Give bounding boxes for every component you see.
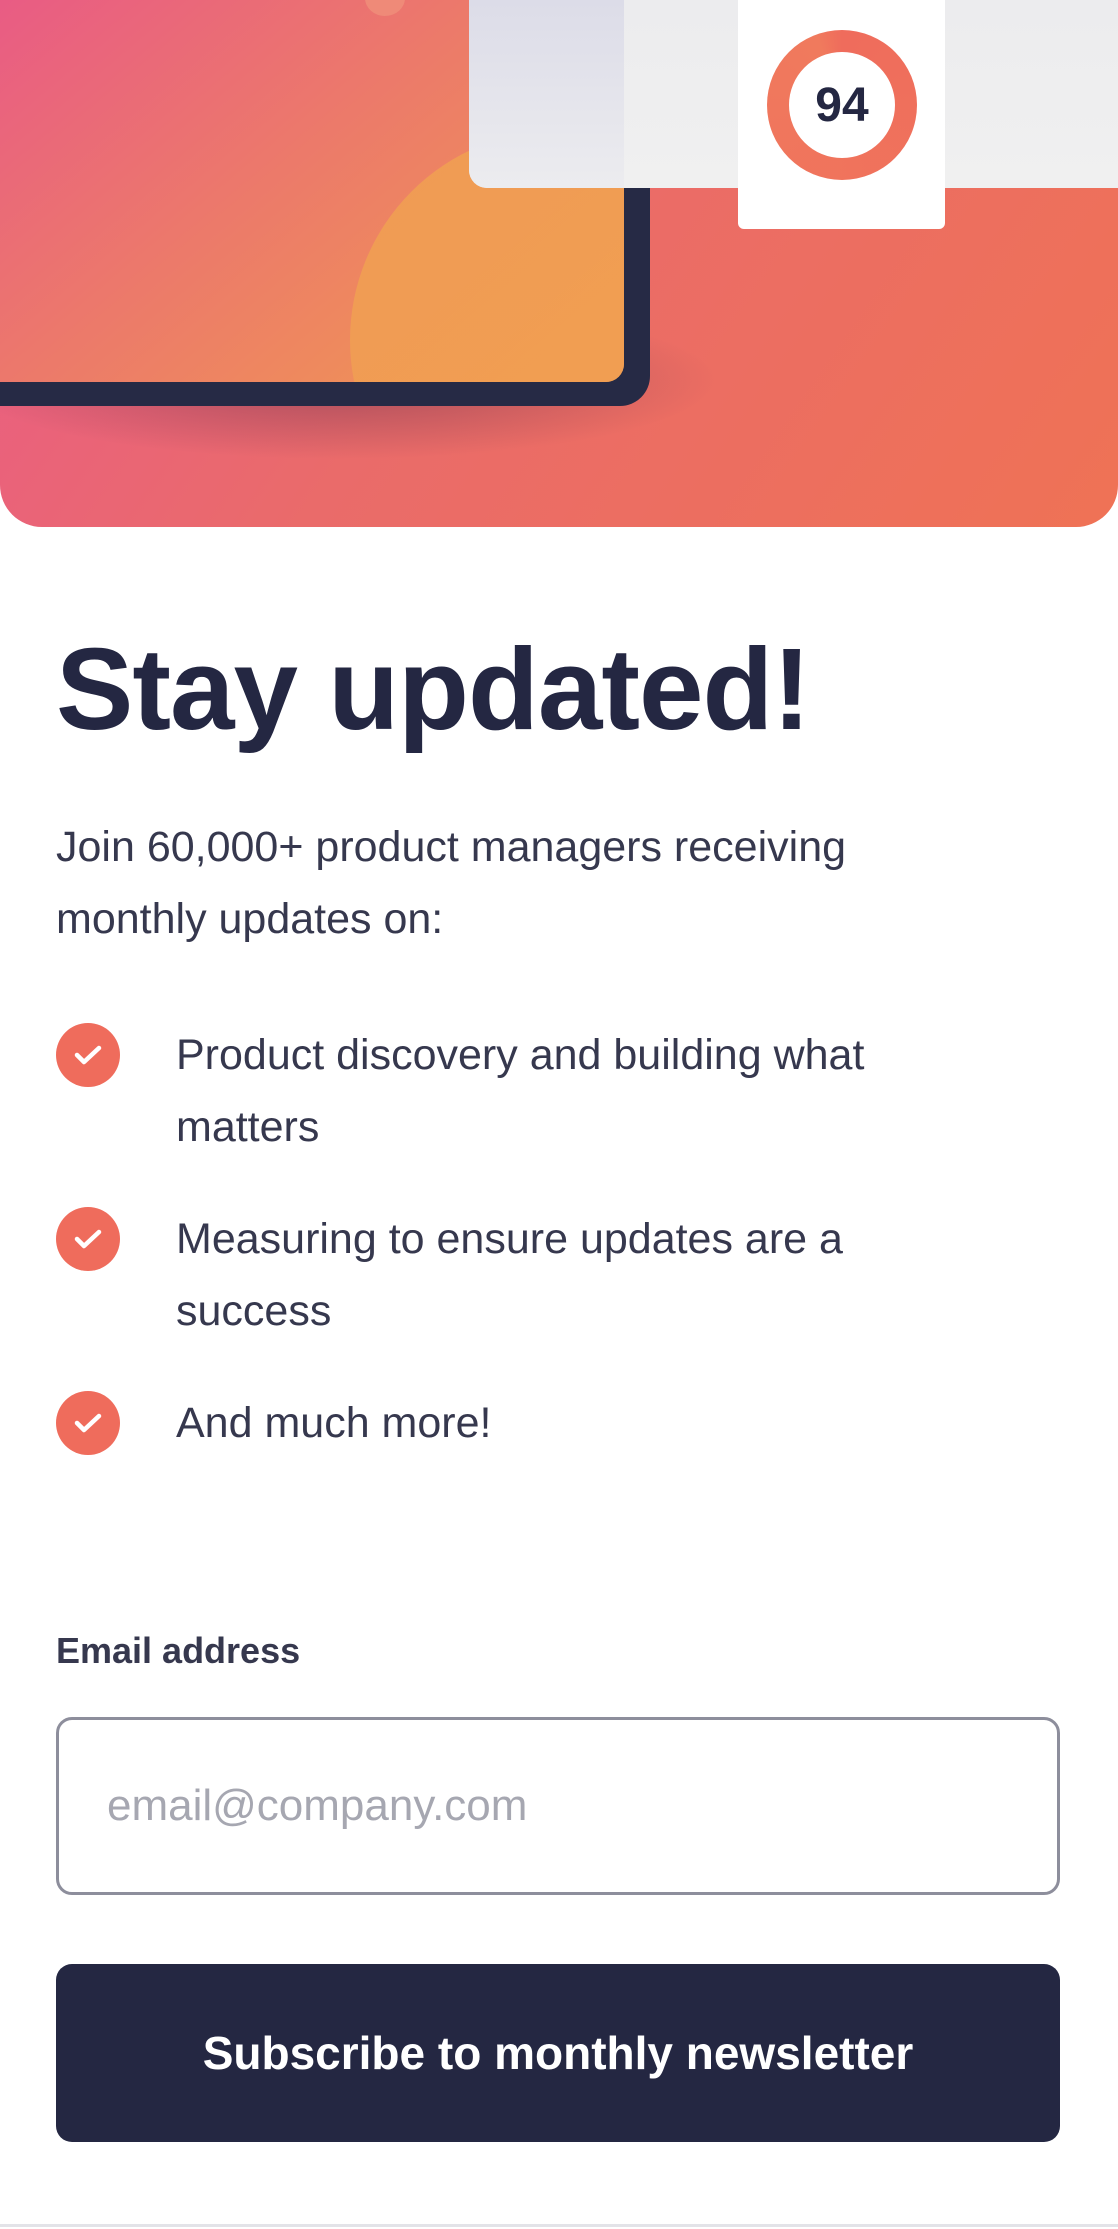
subscribe-button[interactable]: Subscribe to monthly newsletter [56,1964,1060,2142]
intro-text: Join 60,000+ product managers receiving … [56,823,847,944]
list-item: Measuring to ensure updates are a succes… [56,1203,1062,1347]
main-content: Stay updated! Join 60,000+ product manag… [56,620,1062,1499]
bottom-divider [0,2224,1118,2227]
email-field[interactable] [56,1717,1060,1895]
newsletter-page: 94 Stay updated! Join 60,000+ product ma… [0,0,1118,2229]
score-card: 94 [738,0,945,229]
check-icon [56,1023,120,1088]
score-ring: 94 [767,30,917,180]
feature-text: Product discovery and building what matt… [176,1031,865,1152]
page-title: Stay updated! [56,624,811,754]
feature-text: Measuring to ensure updates are a succes… [176,1215,843,1336]
list-item: Product discovery and building what matt… [56,1019,1062,1163]
hero-illustration: 94 [0,0,1118,527]
feature-list: Product discovery and building what matt… [56,1019,1062,1459]
score-value: 94 [789,52,895,158]
screen-dot-decoration [365,0,405,16]
check-icon [56,1207,120,1272]
check-icon [56,1391,120,1456]
list-item: And much more! [56,1387,1062,1459]
feature-text: And much more! [176,1399,492,1448]
dashboard-card-shade [469,0,624,188]
email-label: Email address [56,1630,301,1671]
